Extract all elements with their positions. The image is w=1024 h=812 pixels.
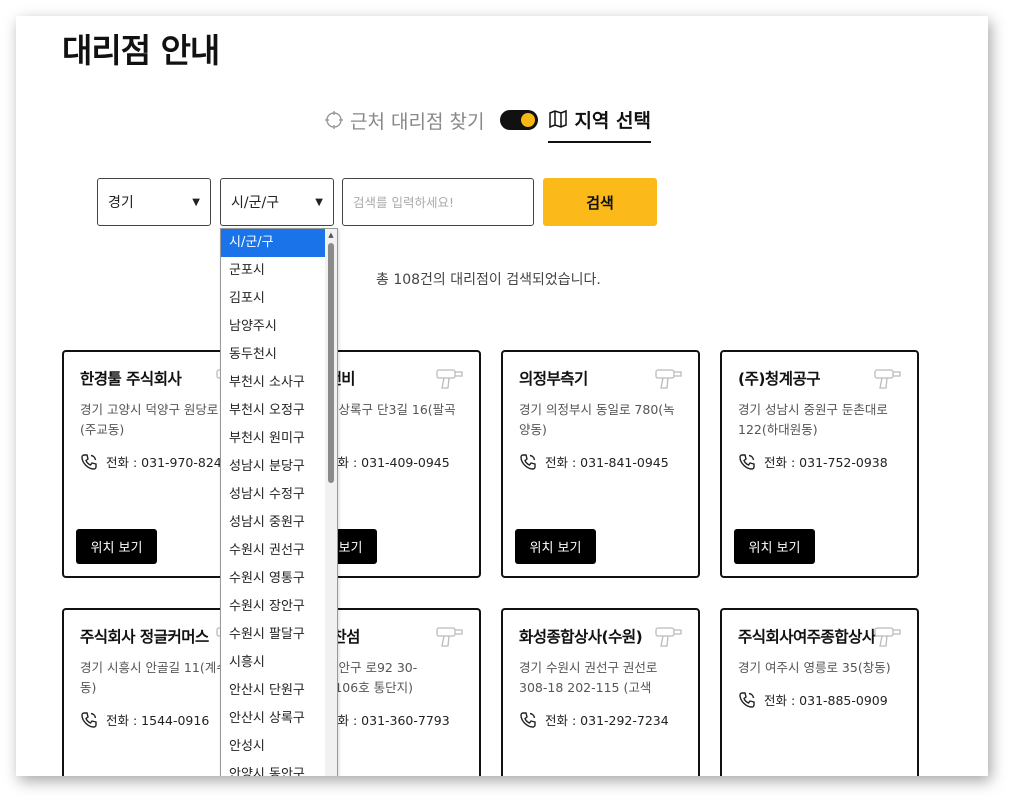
- nearby-mode-option[interactable]: 근처 대리점 찾기: [324, 107, 484, 134]
- scroll-up-arrow-icon[interactable]: ▲: [327, 231, 335, 239]
- mode-switch: 근처 대리점 찾기 지역 선택: [324, 102, 651, 143]
- city-dropdown-list[interactable]: 시/군/구 군포시 김포시 남양주시 동두천시 부천시 소사구 부천시 오정구 …: [220, 228, 338, 776]
- view-location-button[interactable]: 위치 보기: [76, 529, 157, 564]
- dealer-address: 경기 고양시 덕양구 원당로 1층(주교동): [80, 402, 242, 437]
- map-icon: [549, 109, 568, 129]
- view-location-button[interactable]: 위치 보기: [734, 529, 815, 564]
- dealer-card: 화성종합상사(수원) 경기 수원시 권선구 권선로 308-18 202-115…: [501, 608, 700, 776]
- dealer-card: (주)청계공구 경기 성남시 중원구 둔촌대로 122(하대원동) 전화 : 0…: [720, 350, 919, 578]
- region-mode-option[interactable]: 지역 선택: [548, 106, 651, 143]
- view-location-button[interactable]: 위치 보기: [515, 529, 596, 564]
- dealer-name: 화성종합상사(수원): [519, 628, 643, 646]
- dealer-name: 의정부측기: [519, 370, 588, 388]
- dealer-address: 경기 수원시 권선구 권선로 308-18 202-115 (고색: [519, 660, 658, 695]
- phone-icon: [81, 453, 97, 470]
- dropdown-option[interactable]: 수원시 권선구: [221, 537, 325, 565]
- power-tool-icon: [874, 369, 901, 389]
- dealer-phone: 전화 : 031-885-0909: [738, 690, 901, 709]
- result-count: 총 108건의 대리점이 검색되었습니다.: [376, 272, 601, 288]
- power-tool-icon: [436, 369, 463, 389]
- province-select-value: 경기: [108, 195, 134, 211]
- app-frame: 대리점 안내 근처 대리점 찾기 지역 선택 경기 ▼ 시/군/구 ▼ 검색 총…: [16, 16, 988, 776]
- phone-icon: [81, 711, 97, 728]
- dropdown-option[interactable]: 수원시 장안구: [221, 593, 325, 621]
- search-button[interactable]: 검색: [543, 178, 657, 226]
- dropdown-option[interactable]: 동두천시: [221, 341, 325, 369]
- dropdown-option[interactable]: 성남시 중원구: [221, 509, 325, 537]
- dropdown-option[interactable]: 남양주시: [221, 313, 325, 341]
- dropdown-option[interactable]: 안양시 동안구: [221, 761, 325, 776]
- crosshair-icon: [325, 111, 343, 129]
- dealer-name: 한경툴 주식회사: [80, 370, 182, 388]
- dealer-phone: 전화 : 031-970-8244: [80, 452, 243, 471]
- dealer-phone-text: 전화 : 031-752-0938: [764, 455, 888, 470]
- phone-icon: [739, 691, 755, 708]
- province-select[interactable]: 경기 ▼: [97, 178, 211, 226]
- dropdown-option[interactable]: 안산시 상록구: [221, 705, 325, 733]
- dealer-phone-text: 전화 : 031-292-7234: [545, 713, 669, 728]
- caret-down-icon: ▼: [315, 196, 323, 208]
- dropdown-option[interactable]: 수원시 영통구: [221, 565, 325, 593]
- city-select-value: 시/군/구: [231, 195, 280, 211]
- dealer-address: 경기 여주시 영릉로 35(창동): [738, 660, 891, 675]
- dealer-name: (주)청계공구: [738, 370, 820, 388]
- mode-toggle[interactable]: [500, 110, 539, 130]
- power-tool-icon: [655, 369, 682, 389]
- dropdown-option[interactable]: 시/군/구: [221, 229, 325, 257]
- phone-icon: [520, 453, 536, 470]
- dealer-phone: 전화 : 1544-0916: [80, 710, 243, 729]
- dealer-phone-text: 전화 : 031-409-0945: [326, 455, 450, 470]
- dealer-phone-text: 전화 : 031-841-0945: [545, 455, 669, 470]
- dealer-phone-text: 전화 : 1544-0916: [106, 713, 210, 728]
- dealer-card: 의정부측기 경기 의정부시 동일로 780(녹양동) 전화 : 031-841-…: [501, 350, 700, 578]
- dealer-address: 경기 의정부시 동일로 780(녹양동): [519, 402, 675, 437]
- dealer-address: 경기 시흥시 안골길 11(계수동): [80, 660, 228, 695]
- dropdown-option[interactable]: 부천시 오정구: [221, 397, 325, 425]
- region-mode-label: 지역 선택: [574, 109, 651, 132]
- dealer-phone: 전화 : 031-841-0945: [519, 452, 682, 471]
- scrollbar-thumb[interactable]: [328, 243, 334, 483]
- dropdown-option[interactable]: 안산시 단원구: [221, 677, 325, 705]
- phone-icon: [739, 453, 755, 470]
- dropdown-option[interactable]: 부천시 소사구: [221, 369, 325, 397]
- dealer-name: 주식회사여주종합상사: [738, 628, 876, 646]
- power-tool-icon: [436, 627, 463, 647]
- caret-down-icon: ▼: [192, 196, 200, 208]
- dropdown-scrollbar[interactable]: ▲: [325, 229, 337, 776]
- power-tool-icon: [655, 627, 682, 647]
- dealer-phone: 전화 : 031-752-0938: [738, 452, 901, 471]
- dealer-card: 주식회사여주종합상사 경기 여주시 영릉로 35(창동) 전화 : 031-88…: [720, 608, 919, 776]
- city-select[interactable]: 시/군/구 ▼: [220, 178, 334, 226]
- dealer-phone: 전화 : 031-292-7234: [519, 710, 682, 729]
- dropdown-option[interactable]: 성남시 수정구: [221, 481, 325, 509]
- dropdown-option[interactable]: 시흥시: [221, 649, 325, 677]
- dealer-phone-text: 전화 : 031-970-8244: [106, 455, 230, 470]
- dropdown-option[interactable]: 군포시: [221, 257, 325, 285]
- phone-icon: [520, 711, 536, 728]
- dropdown-option[interactable]: 김포시: [221, 285, 325, 313]
- dealer-phone-text: 전화 : 031-885-0909: [764, 693, 888, 708]
- nearby-mode-label: 근처 대리점 찾기: [350, 110, 485, 133]
- dropdown-option[interactable]: 수원시 팔달구: [221, 621, 325, 649]
- search-input[interactable]: [342, 178, 534, 226]
- power-tool-icon: [874, 627, 901, 647]
- page-title: 대리점 안내: [62, 31, 220, 70]
- dealer-name: 주식회사 정글커머스: [80, 628, 209, 646]
- dropdown-option[interactable]: 안성시: [221, 733, 325, 761]
- dealer-phone-text: 전화 : 031-360-7793: [326, 713, 450, 728]
- dropdown-option[interactable]: 부천시 원미구: [221, 425, 325, 453]
- toggle-knob: [521, 113, 536, 127]
- dropdown-option[interactable]: 성남시 분당구: [221, 453, 325, 481]
- dealer-address: 경기 성남시 중원구 둔촌대로 122(하대원동): [738, 402, 888, 437]
